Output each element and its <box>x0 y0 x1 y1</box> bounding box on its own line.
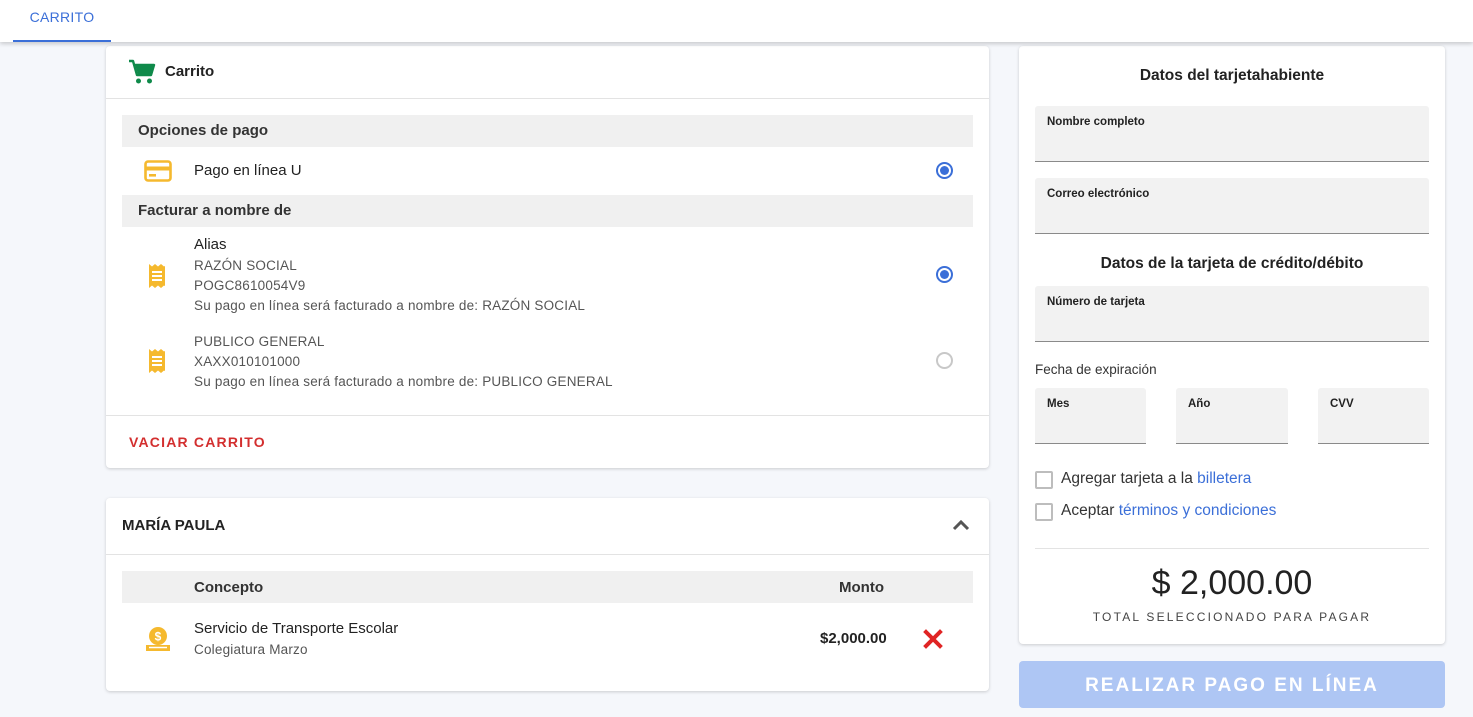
empty-cart-button[interactable]: VACIAR CARRITO <box>129 434 266 450</box>
payment-option-label: Pago en línea U <box>194 162 302 179</box>
wallet-label: Agregar tarjeta a la billetera <box>1061 470 1251 488</box>
items-table-header: Concepto Monto <box>122 571 973 603</box>
cvv-field[interactable]: CVV <box>1318 388 1429 444</box>
item-amount: $2,000.00 <box>820 630 887 647</box>
year-field[interactable]: Año <box>1176 388 1288 444</box>
column-amount: Monto <box>839 579 884 596</box>
receipt-icon <box>149 349 165 373</box>
tab-carrito[interactable]: CARRITO <box>13 0 111 42</box>
billing-alias: Alias <box>194 236 227 253</box>
billing-header: Facturar a nombre de <box>122 195 973 227</box>
student-card: MARÍA PAULA Concepto Monto $ Servicio de… <box>106 498 989 691</box>
year-label: Año <box>1188 398 1211 410</box>
billing-name: RAZÓN SOCIAL <box>194 258 297 273</box>
wallet-link[interactable]: billetera <box>1197 470 1251 487</box>
terms-link[interactable]: términos y condiciones <box>1119 502 1277 519</box>
email-input[interactable] <box>1035 200 1429 232</box>
student-name: MARÍA PAULA <box>122 517 226 534</box>
credit-card-icon <box>144 160 172 182</box>
shopping-cart-icon <box>129 59 156 84</box>
pay-online-button[interactable]: REALIZAR PAGO EN LÍNEA <box>1019 661 1445 708</box>
terms-label: Aceptar términos y condiciones <box>1061 502 1276 520</box>
student-divider <box>106 554 989 555</box>
cvv-label: CVV <box>1330 398 1354 410</box>
billing-radio-publico-general[interactable] <box>936 352 953 369</box>
total-amount: $ 2,000.00 <box>1151 564 1313 602</box>
total-caption: TOTAL SELECCIONADO PARA PAGAR <box>1092 610 1372 624</box>
cardholder-title: Datos del tarjetahabiente <box>1139 67 1325 84</box>
billing-radio-razon-social[interactable] <box>936 266 953 283</box>
billing-rfc: POGC8610054V9 <box>194 278 306 293</box>
billing-note: Su pago en línea será facturado a nombre… <box>194 374 613 389</box>
full-name-label: Nombre completo <box>1047 116 1145 128</box>
year-input[interactable] <box>1176 410 1288 442</box>
terms-text: Aceptar <box>1061 502 1119 519</box>
billing-rfc: XAXX010101000 <box>194 354 301 369</box>
expiration-label: Fecha de expiración <box>1035 362 1157 377</box>
month-label: Mes <box>1047 398 1070 410</box>
month-input[interactable] <box>1035 410 1146 442</box>
card-number-field[interactable]: Número de tarjeta <box>1035 286 1429 342</box>
full-name-field[interactable]: Nombre completo <box>1035 106 1429 162</box>
cvv-input[interactable] <box>1318 410 1429 442</box>
wallet-checkbox[interactable] <box>1035 471 1053 489</box>
cart-divider <box>106 415 989 416</box>
cart-header: Carrito <box>106 46 989 99</box>
svg-text:$: $ <box>155 630 162 644</box>
email-field[interactable]: Correo electrónico <box>1035 178 1429 234</box>
month-field[interactable]: Mes <box>1035 388 1146 444</box>
money-icon: $ <box>146 627 170 651</box>
total-divider <box>1035 548 1429 549</box>
column-concept: Concepto <box>194 579 264 596</box>
payment-options-title: Opciones de pago <box>138 122 269 139</box>
payment-option-radio[interactable] <box>936 162 953 179</box>
remove-item-icon[interactable] <box>922 628 944 650</box>
receipt-icon <box>149 264 165 288</box>
terms-checkbox[interactable] <box>1035 503 1053 521</box>
card-number-label: Número de tarjeta <box>1047 296 1145 308</box>
cart-card: Carrito Opciones de pago Pago en línea U… <box>106 46 989 468</box>
top-tab-bar: CARRITO <box>0 0 1473 42</box>
wallet-text: Agregar tarjeta a la <box>1061 470 1198 487</box>
item-detail: Colegiatura Marzo <box>194 642 308 657</box>
email-label: Correo electrónico <box>1047 188 1150 200</box>
billing-note: Su pago en línea será facturado a nombre… <box>194 298 586 313</box>
payment-options-header: Opciones de pago <box>122 115 973 147</box>
card-number-input[interactable] <box>1035 308 1429 340</box>
chevron-up-icon[interactable] <box>952 518 970 532</box>
cart-title: Carrito <box>165 63 215 80</box>
payment-form-card: Datos del tarjetahabiente Nombre complet… <box>1019 46 1445 644</box>
item-concept: Servicio de Transporte Escolar <box>194 620 399 637</box>
billing-name: PUBLICO GENERAL <box>194 334 325 349</box>
card-data-title: Datos de la tarjeta de crédito/débito <box>1100 255 1364 272</box>
full-name-input[interactable] <box>1035 128 1429 160</box>
billing-title: Facturar a nombre de <box>138 202 292 219</box>
